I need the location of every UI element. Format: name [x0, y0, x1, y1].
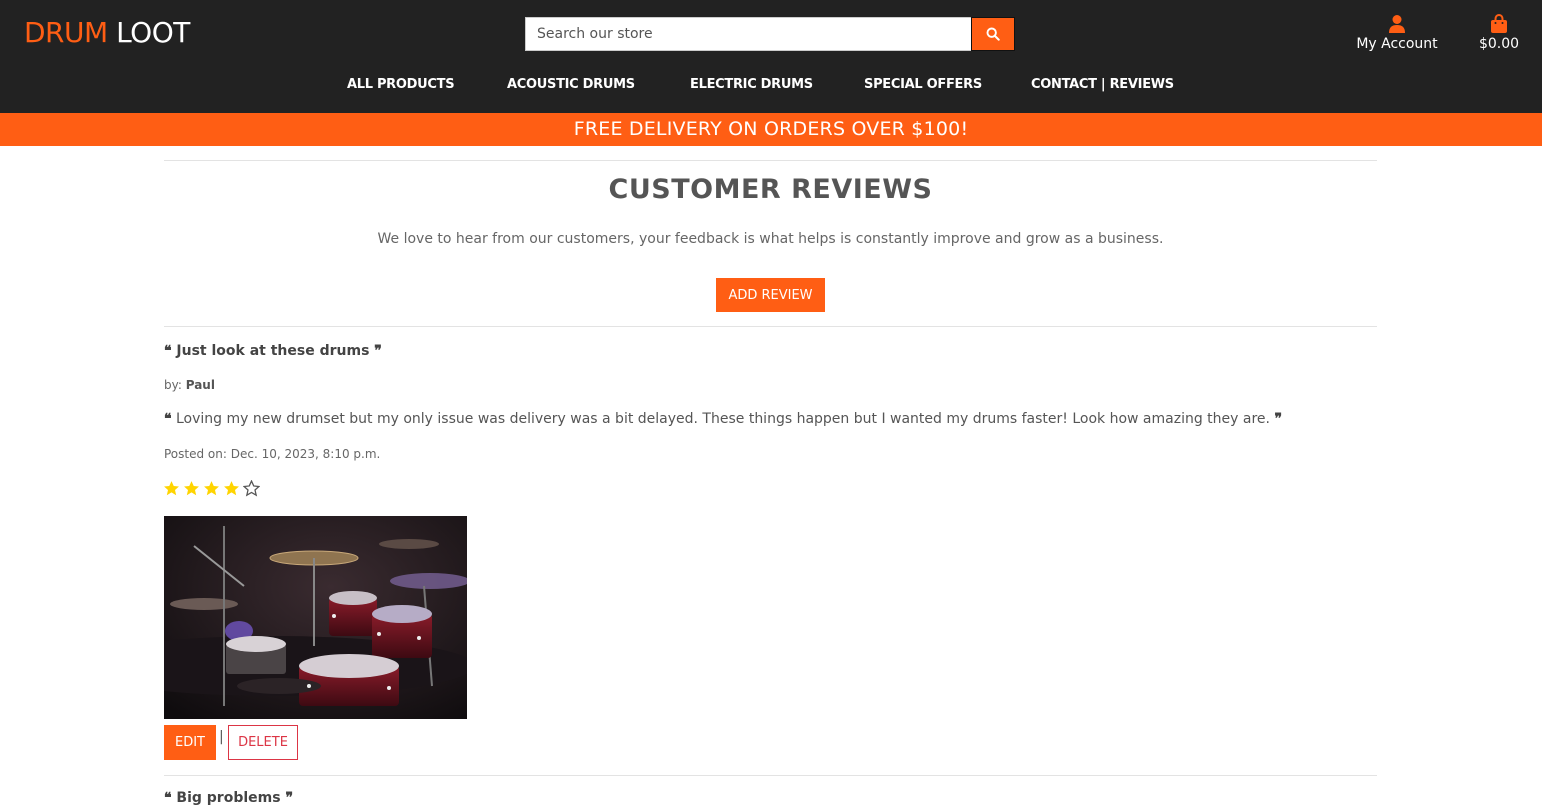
- review-body-row: ❝ Loving my new drumset but my only issu…: [164, 411, 1282, 427]
- add-review-button[interactable]: ADD REVIEW: [716, 278, 825, 312]
- review-title: Just look at these drums: [176, 343, 370, 359]
- review-body: Loving my new drumset but my only issue …: [176, 411, 1270, 427]
- button-separator: |: [219, 729, 224, 745]
- logo-part-loot: LOOT: [116, 16, 190, 49]
- search-button[interactable]: [971, 17, 1015, 51]
- page-intro: We love to hear from our customers, your…: [377, 231, 1164, 247]
- review-image: [164, 516, 467, 719]
- review-title-row: ❝ Just look at these drums ❞: [164, 343, 382, 359]
- star-filled-icon: [224, 481, 239, 496]
- shopping-bag-icon: [1491, 14, 1507, 33]
- quote-right-icon: ❞: [374, 343, 382, 359]
- nav-special-offers[interactable]: SPECIAL OFFERS: [864, 77, 982, 92]
- review-author: Paul: [185, 378, 215, 392]
- nav-contact-reviews[interactable]: CONTACT | REVIEWS: [1031, 77, 1174, 92]
- quote-right-icon: ❞: [1274, 411, 1282, 427]
- divider: [164, 326, 1377, 327]
- site-logo[interactable]: DRUM LOOT: [24, 16, 190, 49]
- quote-left-icon: ❝: [164, 343, 172, 359]
- star-filled-icon: [164, 481, 179, 496]
- site-header: DRUM LOOT My Account: [0, 0, 1542, 113]
- nav-acoustic-drums[interactable]: ACOUSTIC DRUMS: [507, 77, 635, 92]
- review-author-row: by: Paul: [164, 378, 215, 392]
- my-account-link[interactable]: My Account: [1348, 10, 1446, 52]
- edit-review-button[interactable]: EDIT: [164, 725, 216, 760]
- my-account-label: My Account: [1356, 36, 1438, 52]
- delivery-banner: FREE DELIVERY ON ORDERS OVER $100!: [0, 113, 1542, 146]
- divider: [164, 160, 1377, 161]
- page-title: CUSTOMER REVIEWS: [608, 174, 933, 205]
- logo-part-drum: DRUM: [24, 16, 108, 49]
- nav-electric-drums[interactable]: ELECTRIC DRUMS: [690, 77, 813, 92]
- user-icon: [1389, 15, 1405, 33]
- search-form: [525, 17, 1015, 51]
- star-empty-icon: [243, 480, 260, 497]
- divider: [164, 775, 1377, 776]
- search-icon: [986, 27, 1000, 41]
- main-nav: ALL PRODUCTS ACOUSTIC DRUMS ELECTRIC DRU…: [0, 77, 1542, 99]
- quote-left-icon: ❝: [164, 411, 172, 427]
- cart-link[interactable]: $0.00: [1470, 10, 1528, 52]
- nav-all-products[interactable]: ALL PRODUCTS: [347, 77, 455, 92]
- delete-review-button[interactable]: DELETE: [228, 725, 298, 760]
- star-filled-icon: [184, 481, 199, 496]
- star-filled-icon: [204, 481, 219, 496]
- drum-kit-photo: [164, 516, 467, 719]
- review-author-prefix: by:: [164, 378, 182, 392]
- search-input[interactable]: [525, 17, 971, 51]
- cart-total: $0.00: [1478, 36, 1520, 52]
- review-posted-date: Posted on: Dec. 10, 2023, 8:10 p.m.: [164, 447, 381, 461]
- star-rating: [163, 480, 260, 497]
